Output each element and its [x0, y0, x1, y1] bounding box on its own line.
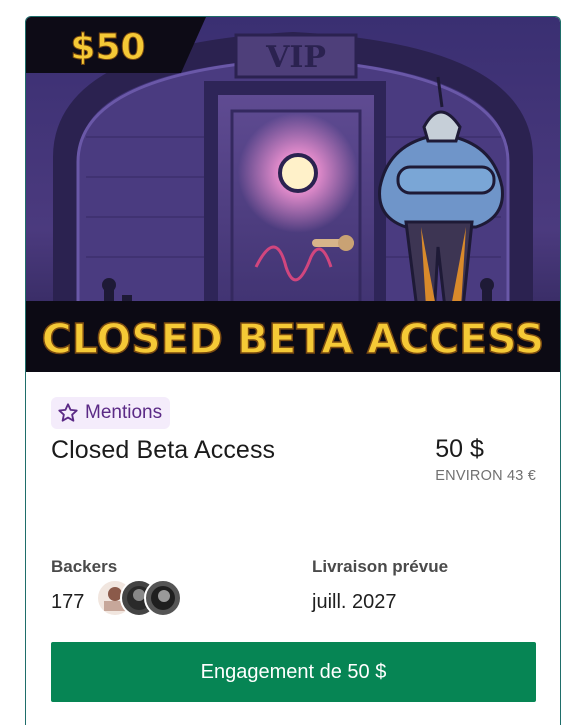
pledge-button[interactable]: Engagement de 50 $ [51, 642, 536, 702]
reward-price: 50 $ ENVIRON 43 € [435, 435, 536, 484]
backers-count: 177 [51, 591, 85, 613]
price-badge-text: $50 [70, 27, 145, 68]
reward-title: Closed Beta Access [51, 436, 276, 464]
mentions-chip: Mentions [51, 397, 171, 429]
chip-label: Mentions [85, 402, 163, 423]
banner-text: CLOSED BETA ACCESS [42, 315, 545, 363]
delivery-label: Livraison prévue [312, 557, 449, 576]
delivery-date: juill. 2027 [312, 591, 397, 613]
price-amount: 50 $ [435, 435, 484, 463]
star-outline-icon [58, 403, 78, 422]
reward-image: VIP CLOSED BETA ACCESS $50 [26, 17, 560, 372]
backers-label: Backers [51, 557, 118, 576]
price-approx: ENVIRON 43 € [435, 468, 536, 484]
avatar [144, 579, 182, 617]
price-badge: $50 [26, 17, 206, 73]
vip-sign-text: VIP [265, 40, 326, 75]
reward-details: Mentions Closed Beta Access 50 $ ENVIRON… [26, 372, 560, 725]
reward-card[interactable]: VIP CLOSED BETA ACCESS $50 Mentions Clos… [25, 16, 561, 725]
